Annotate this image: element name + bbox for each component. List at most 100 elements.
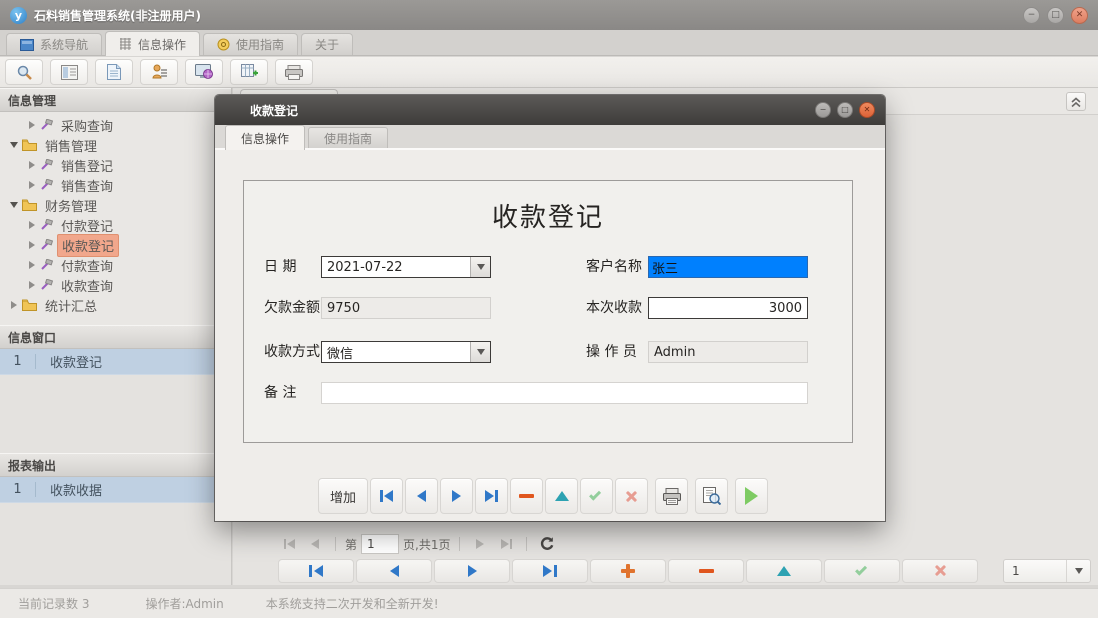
date-combobox[interactable]: 2021-07-22 (321, 256, 491, 278)
chevron-down-icon[interactable] (470, 342, 490, 362)
nav-cancel-button[interactable] (902, 559, 978, 583)
dlg-first-button[interactable] (370, 478, 403, 514)
refresh-button[interactable] (536, 533, 558, 555)
tool-icon (40, 179, 53, 191)
refresh-icon (539, 536, 555, 552)
folder-icon (22, 199, 37, 211)
remark-input[interactable] (321, 382, 808, 404)
dlg-delete-button[interactable] (510, 478, 543, 514)
dlg-execute-button[interactable] (735, 478, 768, 514)
received-label: 本次收款 (586, 297, 642, 319)
collapse-panel-button[interactable] (1066, 92, 1086, 111)
pager-first-button[interactable] (278, 533, 300, 555)
customer-name-field[interactable]: 张三 (648, 256, 808, 278)
tree-folder-statistics[interactable]: 统计汇总 (0, 295, 231, 315)
close-button[interactable]: ✕ (1071, 7, 1088, 24)
dialog-maximize-button[interactable]: □ (837, 102, 853, 118)
pager-prev-button[interactable] (304, 533, 326, 555)
delete-icon (699, 569, 714, 573)
operator-icon (151, 64, 168, 80)
dlg-edit-button[interactable] (545, 478, 578, 514)
dlg-post-button[interactable] (580, 478, 613, 514)
record-count-combo[interactable]: 1 (1003, 559, 1091, 583)
chevron-down-icon[interactable] (470, 257, 490, 277)
tool-icon (40, 219, 53, 231)
dlg-last-button[interactable] (475, 478, 508, 514)
dlg-print-button[interactable] (655, 478, 688, 514)
info-window-row[interactable]: 1 收款登记 (0, 349, 231, 375)
chevron-right-icon (26, 241, 38, 249)
data-list-button[interactable] (50, 59, 88, 85)
dialog-tab-user-guide[interactable]: 使用指南 (308, 127, 388, 148)
dlg-next-button[interactable] (440, 478, 473, 514)
tool-icon (40, 159, 53, 171)
tab-about[interactable]: 关于 (301, 33, 353, 55)
tree-item-sales-register[interactable]: 销售登记 (0, 155, 231, 175)
table-add-button[interactable] (230, 59, 268, 85)
minimize-button[interactable]: − (1023, 7, 1040, 24)
nav-last-button[interactable] (512, 559, 588, 583)
document-button[interactable] (95, 59, 133, 85)
tab-user-guide[interactable]: 使用指南 (203, 33, 298, 55)
printer-button[interactable] (275, 59, 313, 85)
combo-value: 1 (1004, 564, 1066, 578)
add-button[interactable]: 增加 (318, 478, 368, 514)
nav-prev-button[interactable] (356, 559, 432, 583)
maximize-button[interactable]: □ (1047, 7, 1064, 24)
page-number-input[interactable] (361, 534, 399, 554)
dialog-tab-info-operation[interactable]: 信息操作 (225, 125, 305, 150)
operator-button[interactable] (140, 59, 178, 85)
dlg-cancel-button[interactable] (615, 478, 648, 514)
pager-last-button[interactable] (495, 533, 517, 555)
tree-folder-sales-mgmt[interactable]: 销售管理 (0, 135, 231, 155)
folder-icon (22, 299, 37, 311)
chevron-right-icon (26, 121, 38, 129)
tree-item-purchase-query[interactable]: 采购查询 (0, 115, 231, 135)
report-output-list: 1 收款收据 (0, 477, 231, 585)
payment-method-combobox[interactable]: 微信 (321, 341, 491, 363)
dialog-close-button[interactable]: ✕ (859, 102, 875, 118)
tree-item-receipt-query[interactable]: 收款查询 (0, 275, 231, 295)
pager-next-button[interactable] (469, 533, 491, 555)
tree-item-receipt-register[interactable]: 收款登记 (0, 235, 231, 255)
report-output-row[interactable]: 1 收款收据 (0, 477, 231, 503)
chevron-down-icon (1066, 560, 1090, 582)
sidebar-header-info-window: 信息窗口 (0, 325, 231, 349)
prev-icon (417, 490, 426, 502)
nav-delete-button[interactable] (668, 559, 744, 583)
dlg-preview-button[interactable] (695, 478, 728, 514)
nav-edit-button[interactable] (746, 559, 822, 583)
nav-next-button[interactable] (434, 559, 510, 583)
dialog-minimize-button[interactable]: − (815, 102, 831, 118)
tree-item-sales-query[interactable]: 销售查询 (0, 175, 231, 195)
nav-insert-button[interactable] (590, 559, 666, 583)
next-icon (468, 565, 477, 577)
nav-first-button[interactable] (278, 559, 354, 583)
document-icon (107, 64, 121, 80)
info-window-list: 1 收款登记 (0, 349, 231, 453)
dlg-prev-button[interactable] (405, 478, 438, 514)
dialog-tab-label: 信息操作 (241, 130, 289, 147)
search-button[interactable] (5, 59, 43, 85)
sidebar-header-report-output: 报表输出 (0, 453, 231, 477)
tree-item-payment-register[interactable]: 付款登记 (0, 215, 231, 235)
prev-icon (311, 539, 319, 549)
row-number: 1 (0, 354, 36, 369)
tree-item-label: 采购查询 (57, 115, 117, 136)
tab-label: 系统导航 (40, 36, 88, 53)
app-logo-icon: y (10, 7, 27, 24)
tab-info-operation[interactable]: 信息操作 (105, 31, 200, 56)
monitor-button[interactable] (185, 59, 223, 85)
tab-system-nav[interactable]: 系统导航 (6, 33, 102, 55)
row-number: 1 (0, 482, 36, 497)
nav-post-button[interactable] (824, 559, 900, 583)
folder-icon (22, 139, 37, 151)
search-icon (16, 64, 33, 81)
window-title: 石料销售管理系统(非注册用户) (34, 7, 201, 24)
received-amount-input[interactable] (648, 297, 808, 319)
x-icon (625, 490, 638, 503)
tree-folder-finance-mgmt[interactable]: 财务管理 (0, 195, 231, 215)
tree-item-payment-query[interactable]: 付款查询 (0, 255, 231, 275)
method-label: 收款方式 (264, 341, 320, 363)
chevron-right-icon (8, 301, 20, 309)
